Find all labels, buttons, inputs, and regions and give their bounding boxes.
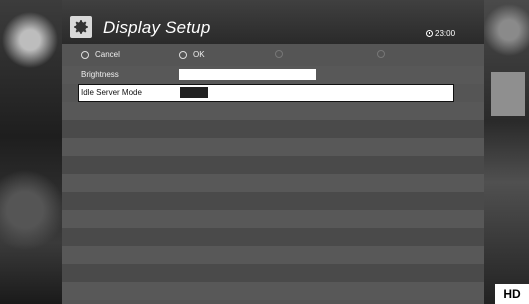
empty-row — [62, 138, 484, 156]
tv-screen: Display Setup 23:00 Cancel OK Brightness… — [0, 0, 529, 304]
empty-row — [62, 264, 484, 282]
empty-row — [62, 192, 484, 210]
brightness-value-field[interactable] — [179, 69, 316, 80]
empty-row — [62, 174, 484, 192]
hd-badge: HD — [495, 284, 529, 304]
background-sign — [491, 72, 525, 116]
setting-row-idle-server-mode[interactable]: Idle Server Mode — [78, 84, 454, 102]
blue-key-icon — [377, 50, 385, 58]
gear-icon — [70, 16, 92, 38]
settings-list: Brightness Idle Server Mode — [62, 66, 484, 300]
background-left — [0, 0, 62, 304]
cancel-label: Cancel — [95, 50, 120, 59]
ok-button[interactable]: OK — [179, 50, 205, 59]
setting-label: Idle Server Mode — [81, 88, 142, 97]
green-key-icon — [179, 50, 187, 59]
empty-row — [62, 228, 484, 246]
blue-key[interactable] — [377, 50, 391, 58]
empty-row — [62, 246, 484, 264]
background-right — [484, 0, 529, 304]
yellow-key[interactable] — [275, 50, 289, 58]
empty-row — [62, 156, 484, 174]
empty-row — [62, 282, 484, 300]
page-title: Display Setup — [103, 18, 211, 37]
clock-time: 23:00 — [435, 29, 456, 38]
setting-row-brightness[interactable]: Brightness — [62, 66, 484, 84]
empty-row — [62, 210, 484, 228]
idle-server-mode-value-field[interactable] — [180, 87, 208, 98]
cancel-button[interactable]: Cancel — [81, 50, 120, 59]
clock: 23:00 — [426, 29, 455, 38]
setting-label: Brightness — [81, 70, 119, 79]
empty-row — [62, 120, 484, 138]
empty-row — [62, 102, 484, 120]
red-key-icon — [81, 50, 89, 59]
yellow-key-icon — [275, 50, 283, 58]
softkey-bar: Cancel OK — [62, 50, 484, 64]
ok-label: OK — [193, 50, 205, 59]
clock-icon — [426, 30, 433, 37]
